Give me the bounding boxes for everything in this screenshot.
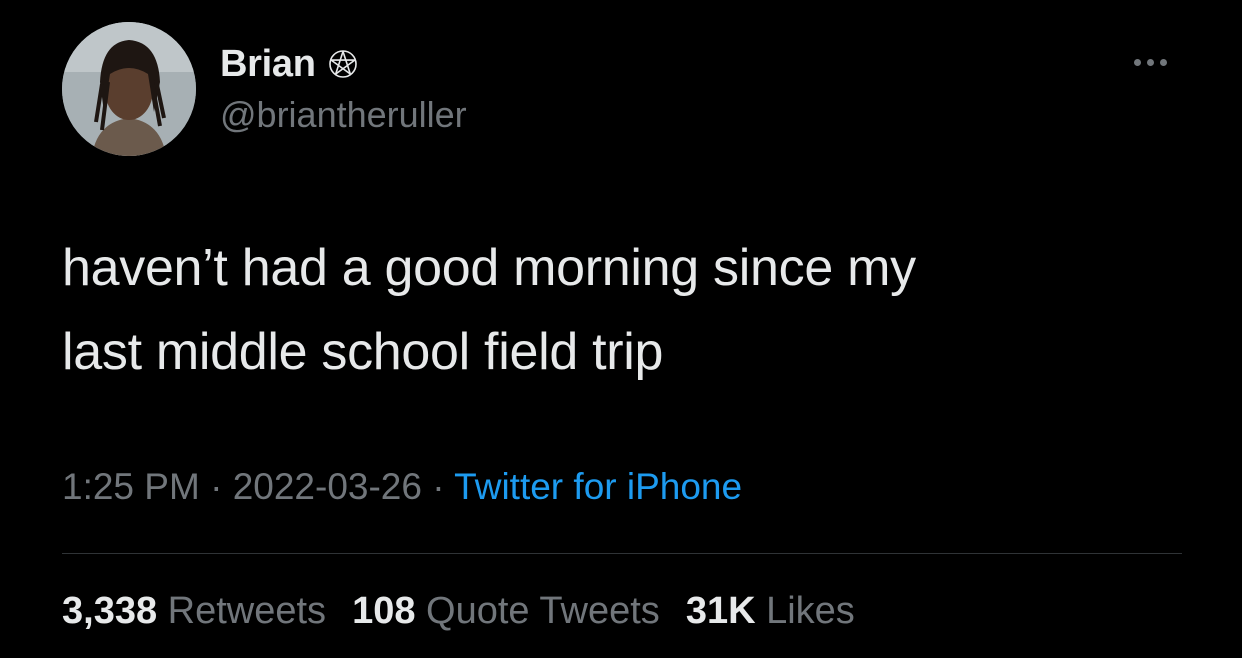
tweet-card: Brian @briantheruller haven’t had a good… xyxy=(0,0,1242,658)
meta-separator: · xyxy=(421,466,455,507)
tweet-metadata: 1:25 PM · 2022-03-26 · Twitter for iPhon… xyxy=(62,466,742,508)
retweets-label: Retweets xyxy=(167,590,327,632)
pentagram-icon xyxy=(328,50,357,78)
more-dot-icon xyxy=(1159,58,1167,66)
more-dot-icon xyxy=(1146,58,1154,66)
tweet-text: haven’t had a good morning since my last… xyxy=(62,239,916,381)
tweet-source-link[interactable]: Twitter for iPhone xyxy=(454,466,742,507)
more-options-button[interactable] xyxy=(1118,46,1182,78)
more-dot-icon xyxy=(1133,58,1141,66)
tweet-stats: 3,338 Retweets 108 Quote Tweets 31K Like… xyxy=(62,590,855,633)
author-handle[interactable]: @briantheruller xyxy=(220,94,467,136)
quote-tweets-stat[interactable]: 108 Quote Tweets xyxy=(352,590,660,633)
author-name-row[interactable]: Brian xyxy=(220,40,358,88)
avatar-image xyxy=(62,22,196,156)
likes-count: 31K xyxy=(685,590,756,632)
tweet-time[interactable]: 1:25 PM xyxy=(62,466,200,507)
likes-stat[interactable]: 31K Likes xyxy=(686,590,855,633)
display-name: Brian xyxy=(220,42,316,85)
quote-tweets-count: 108 xyxy=(352,590,416,632)
likes-label: Likes xyxy=(766,590,855,632)
divider xyxy=(62,553,1182,554)
tweet-date[interactable]: 2022-03-26 xyxy=(233,466,422,507)
retweets-count: 3,338 xyxy=(62,590,158,632)
retweets-stat[interactable]: 3,338 Retweets xyxy=(62,590,326,633)
meta-separator: · xyxy=(199,466,233,507)
quote-tweets-label: Quote Tweets xyxy=(426,590,660,632)
avatar[interactable] xyxy=(62,22,196,156)
